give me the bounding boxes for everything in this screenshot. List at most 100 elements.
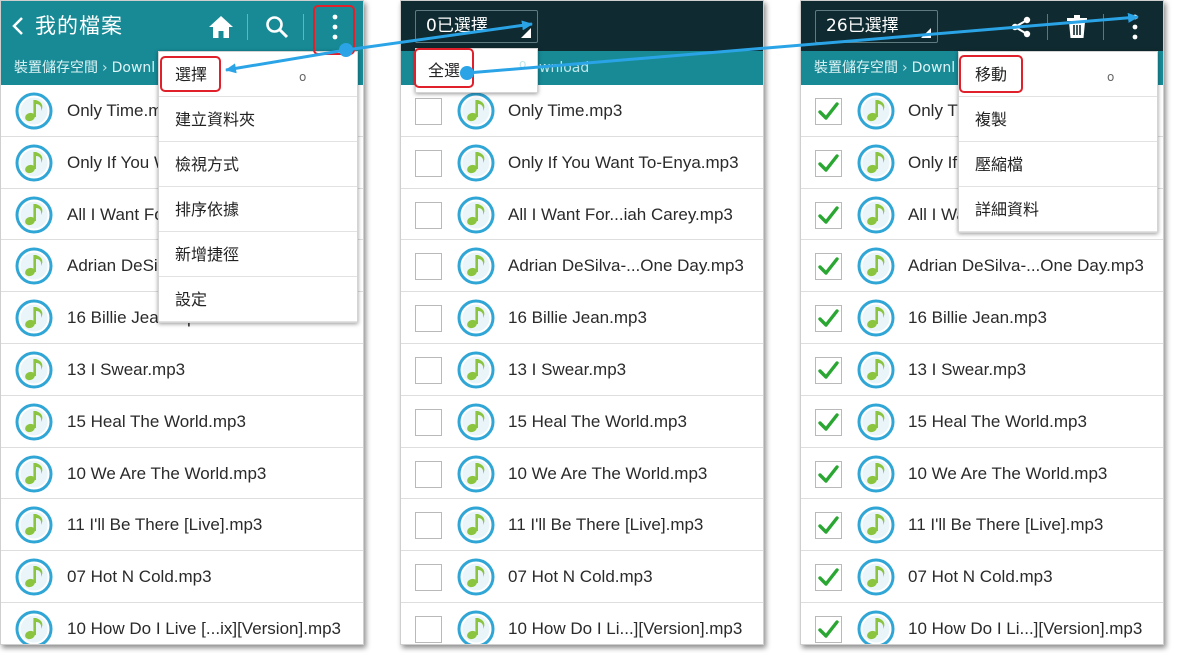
music-note-icon [857, 455, 895, 493]
list-item[interactable]: All I Want For...iah Carey.mp3 [401, 188, 763, 241]
checkbox[interactable] [415, 201, 442, 229]
list-item[interactable]: 15 Heal The World.mp3 [801, 395, 1163, 448]
music-note-icon [857, 144, 895, 182]
menu-item-settings[interactable]: 設定 [159, 277, 357, 322]
list-item[interactable]: Adrian DeSilva-...One Day.mp3 [801, 240, 1163, 293]
back-arrow-icon[interactable] [9, 10, 31, 42]
checkbox[interactable] [415, 512, 442, 540]
checkbox[interactable] [415, 305, 442, 333]
checkbox[interactable] [815, 564, 842, 592]
music-note-icon [857, 299, 895, 337]
list-item[interactable]: 13 I Swear.mp3 [1, 343, 363, 396]
list-item[interactable]: 15 Heal The World.mp3 [401, 395, 763, 448]
checkbox[interactable] [815, 615, 842, 643]
file-name: 10 We Are The World.mp3 [508, 463, 708, 483]
menu-item-add-shortcut[interactable]: 新增捷徑 [159, 232, 357, 277]
list-item[interactable]: 07 Hot N Cold.mp3 [801, 551, 1163, 603]
list-item[interactable]: 10 We Are The World.mp3 [801, 447, 1163, 500]
file-name: 16 Billie Jean.mp3 [908, 308, 1047, 328]
divider [1103, 14, 1104, 40]
breadcrumb-current[interactable]: Downl [112, 60, 156, 76]
breadcrumb-root[interactable]: 裝置儲存空間 [814, 60, 898, 76]
breadcrumb-root[interactable]: 裝置儲存空間 [14, 60, 98, 76]
list-item[interactable]: 10 How Do I Live [...ix][Version].mp3 [1, 602, 363, 644]
music-note-icon [457, 506, 495, 544]
file-name: 13 I Swear.mp3 [508, 359, 627, 379]
file-name: 07 Hot N Cold.mp3 [908, 567, 1053, 587]
checkbox[interactable] [815, 253, 842, 281]
file-name: 10 We Are The World.mp3 [908, 463, 1108, 483]
list-item[interactable]: 16 Billie Jean.mp3 [401, 292, 763, 344]
checkbox[interactable] [815, 305, 842, 333]
highlight-overflow-menu [313, 5, 355, 55]
menu-item-sort-by[interactable]: 排序依據 [159, 187, 357, 232]
checkbox[interactable] [415, 98, 442, 125]
search-icon[interactable] [260, 10, 294, 44]
checkbox[interactable] [815, 356, 842, 384]
breadcrumb-current[interactable]: Downl [912, 60, 956, 76]
list-item[interactable]: 07 Hot N Cold.mp3 [1, 551, 363, 603]
checkbox[interactable] [815, 460, 842, 488]
file-name: 10 We Are The World.mp3 [67, 463, 267, 483]
music-note-icon [457, 299, 495, 337]
selection-count: 0已選擇 [426, 16, 488, 36]
menu-item-compress[interactable]: 壓縮檔 [959, 142, 1157, 187]
delete-icon[interactable] [1060, 10, 1094, 44]
share-icon[interactable] [1004, 10, 1038, 44]
music-note-icon [457, 92, 495, 130]
list-item[interactable]: 11 I'll Be There [Live].mp3 [801, 499, 1163, 552]
checkbox[interactable] [415, 149, 442, 177]
music-note-icon [857, 610, 895, 644]
checkbox[interactable] [415, 564, 442, 592]
list-item[interactable]: 10 How Do I Li...][Version].mp3 [801, 602, 1163, 644]
music-note-icon [457, 196, 495, 234]
file-name: 07 Hot N Cold.mp3 [508, 567, 653, 587]
highlight-select-item [160, 56, 221, 92]
overflow-menu-icon[interactable] [1118, 10, 1152, 44]
music-note-icon [15, 144, 53, 182]
menu-item-new-folder[interactable]: 建立資料夾 [159, 97, 357, 142]
file-name: 13 I Swear.mp3 [908, 359, 1027, 379]
menu-item-copy[interactable]: 複製 [959, 97, 1157, 142]
list-item[interactable]: 11 I'll Be There [Live].mp3 [401, 499, 763, 552]
list-item[interactable]: 07 Hot N Cold.mp3 [401, 551, 763, 603]
list-item[interactable]: 15 Heal The World.mp3 [1, 395, 363, 448]
checkbox[interactable] [415, 408, 442, 436]
checkbox[interactable] [815, 512, 842, 540]
list-item[interactable]: 11 I'll Be There [Live].mp3 [1, 499, 363, 552]
dropdown-triangle-icon [921, 28, 931, 38]
dot-mark: o [299, 70, 307, 84]
selection-counter-dropdown[interactable]: 0已選擇 [415, 10, 538, 43]
music-note-icon [857, 506, 895, 544]
file-name: Adrian DeSilva-...One Day.mp3 [908, 256, 1144, 276]
checkbox[interactable] [815, 201, 842, 229]
list-item[interactable]: 13 I Swear.mp3 [401, 343, 763, 396]
selection-bar: 0已選擇 [401, 1, 763, 51]
breadcrumb-current[interactable]: wnload [539, 51, 589, 85]
home-icon[interactable] [204, 10, 238, 44]
file-name: 11 I'll Be There [Live].mp3 [908, 515, 1104, 535]
music-note-icon [857, 92, 895, 130]
music-note-icon [15, 403, 53, 441]
music-note-icon [15, 299, 53, 337]
list-item[interactable]: 10 We Are The World.mp3 [1, 447, 363, 500]
checkbox[interactable] [415, 356, 442, 384]
list-item[interactable]: 10 We Are The World.mp3 [401, 447, 763, 500]
music-note-icon [15, 351, 53, 389]
checkbox[interactable] [415, 253, 442, 281]
panel-selection-all: 26已選擇 裝置儲存空間›Downl Only Time.mp3Only If … [800, 0, 1164, 645]
list-item[interactable]: Only If You Want To-Enya.mp3 [401, 136, 763, 189]
checkbox[interactable] [415, 615, 442, 643]
checkbox[interactable] [815, 408, 842, 436]
list-item[interactable]: 10 How Do I Li...][Version].mp3 [401, 602, 763, 644]
dropdown-triangle-icon [521, 28, 531, 38]
list-item[interactable]: 13 I Swear.mp3 [801, 343, 1163, 396]
checkbox[interactable] [815, 149, 842, 177]
list-item[interactable]: Adrian DeSilva-...One Day.mp3 [401, 240, 763, 293]
checkbox[interactable] [815, 98, 842, 125]
checkbox[interactable] [415, 460, 442, 488]
selection-counter-dropdown[interactable]: 26已選擇 [815, 10, 938, 43]
menu-item-view-as[interactable]: 檢視方式 [159, 142, 357, 187]
list-item[interactable]: 16 Billie Jean.mp3 [801, 292, 1163, 344]
menu-item-details[interactable]: 詳細資料 [959, 187, 1157, 232]
